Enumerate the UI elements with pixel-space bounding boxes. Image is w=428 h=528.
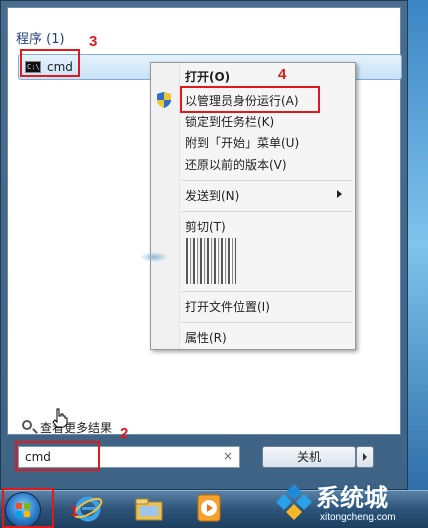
shield-icon [157,92,171,108]
menu-separator [181,180,353,181]
annotation-box-1 [2,488,54,528]
see-more-results-text: 查看更多结果 [40,421,113,435]
see-more-results-link[interactable]: 查看更多结果 [22,418,182,436]
chevron-right-icon [363,453,367,461]
menu-separator [181,322,353,323]
menu-item-pin-start[interactable]: 附到「开始」菜单(U) [185,133,299,153]
windows-explorer-icon[interactable] [134,494,164,524]
blurred-region [186,238,236,284]
clear-search-icon[interactable]: × [223,449,233,463]
menu-item-send-to[interactable]: 发送到(N) [185,186,239,206]
annotation-number-4: 4 [278,66,287,83]
watermark-logo-icon [276,484,312,520]
menu-separator [181,291,353,292]
watermark: 系统城 xitongcheng.com [272,478,428,528]
shutdown-button[interactable]: 关机 [262,446,356,468]
annotation-number-2: 2 [120,425,129,442]
menu-item-open[interactable]: 打开(O) [185,67,230,87]
annotation-number-1: 1 [70,503,79,520]
menu-item-cut[interactable]: 剪切(T) [185,217,226,237]
menu-item-pin-taskbar[interactable]: 锁定到任务栏(K) [185,112,274,132]
annotation-box-3 [20,49,80,77]
watermark-url: xitongcheng.com [320,512,396,523]
desktop-edge [408,0,428,490]
hand-cursor-icon [52,408,68,428]
media-player-icon[interactable] [196,493,222,523]
blurred-region [140,252,168,262]
annotation-number-3: 3 [89,33,98,50]
annotation-box-2 [15,441,100,471]
shutdown-options-button[interactable] [356,446,374,468]
menu-item-restore-versions[interactable]: 还原以前的版本(V) [185,155,287,175]
search-icon [22,420,32,430]
menu-item-properties[interactable]: 属性(R) [185,328,227,348]
menu-separator [181,211,353,212]
programs-section-header: 程序 (1) [16,32,65,47]
menu-item-open-file-location[interactable]: 打开文件位置(I) [185,297,270,317]
submenu-arrow-icon [337,190,342,198]
annotation-box-4 [180,86,320,113]
watermark-title: 系统城 [316,484,388,512]
